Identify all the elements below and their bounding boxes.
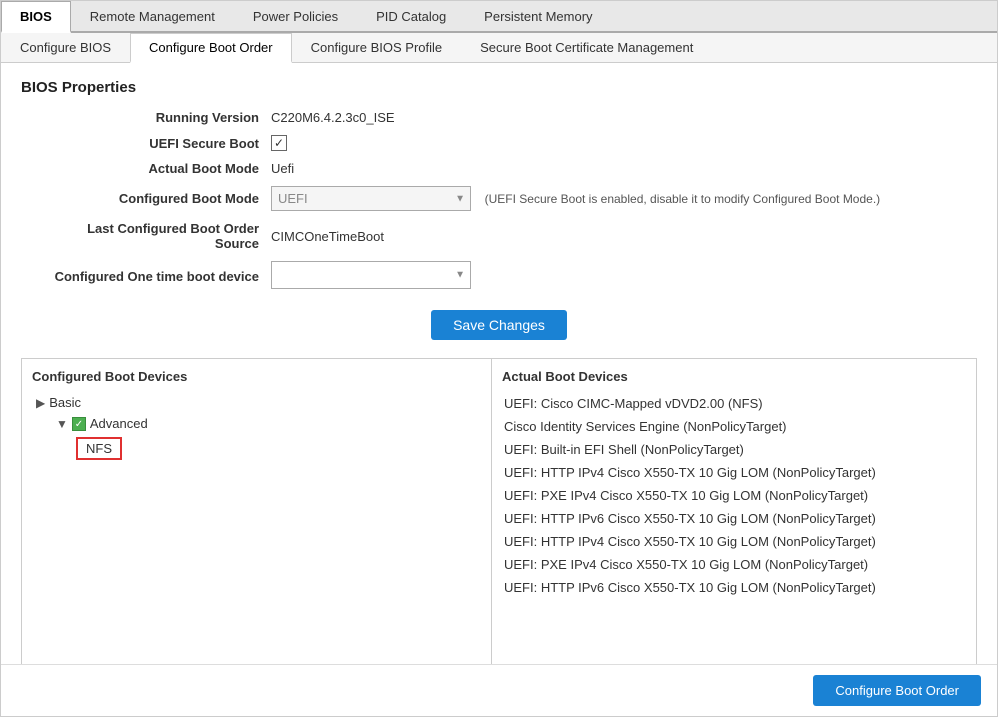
configured-boot-mode-label: Configured Boot Mode [41,191,271,206]
configured-boot-mode-row: Configured Boot Mode UEFI (UEFI Secure B… [41,186,977,211]
basic-group[interactable]: ▶ Basic [32,392,481,413]
sub-tab-secure-boot[interactable]: Secure Boot Certificate Management [461,33,712,62]
configure-boot-order-button[interactable]: Configure Boot Order [813,675,981,706]
one-time-boot-label: Configured One time boot device [41,269,271,284]
tab-persistent-memory[interactable]: Persistent Memory [465,1,611,31]
uefi-secure-boot-checkbox[interactable]: ✓ [271,135,287,151]
uefi-secure-boot-label: UEFI Secure Boot [41,136,271,151]
actual-boot-mode-value: Uefi [271,161,294,176]
uefi-secure-boot-row: UEFI Secure Boot ✓ [41,135,977,151]
section-title: BIOS Properties [21,79,977,96]
configured-boot-mode-value: UEFI [271,186,471,211]
configured-boot-devices-title: Configured Boot Devices [32,369,481,384]
configured-boot-mode-note: (UEFI Secure Boot is enabled, disable it… [485,192,881,206]
advanced-label: Advanced [90,416,148,431]
sub-tab-bar: Configure BIOS Configure Boot Order Conf… [1,33,997,63]
configured-boot-mode-dropdown[interactable]: UEFI [271,186,471,211]
actual-boot-mode-label: Actual Boot Mode [41,161,271,176]
actual-device-4: UEFI: PXE IPv4 Cisco X550-TX 10 Gig LOM … [502,484,966,507]
advanced-check-icon: ✓ [72,417,86,431]
actual-device-3: UEFI: HTTP IPv4 Cisco X550-TX 10 Gig LOM… [502,461,966,484]
last-configured-row: Last Configured Boot Order Source CIMCOn… [41,221,977,251]
bottom-bar: Configure Boot Order [1,664,997,716]
bios-properties-form: Running Version C220M6.4.2.3c0_ISE UEFI … [41,110,977,292]
last-configured-label: Last Configured Boot Order Source [41,221,271,251]
one-time-boot-select-wrapper [271,261,471,292]
nfs-label[interactable]: NFS [76,437,122,460]
tab-remote-management[interactable]: Remote Management [71,1,234,31]
actual-device-0: UEFI: Cisco CIMC-Mapped vDVD2.00 (NFS) [502,392,966,415]
advanced-group[interactable]: ▼ ✓ Advanced [52,413,481,434]
nfs-item-row[interactable]: NFS [72,434,481,463]
main-content: BIOS Properties Running Version C220M6.4… [1,63,997,714]
actual-boot-devices-panel: Actual Boot Devices UEFI: Cisco CIMC-Map… [492,359,976,697]
actual-device-7: UEFI: PXE IPv4 Cisco X550-TX 10 Gig LOM … [502,553,966,576]
tab-power-policies[interactable]: Power Policies [234,1,357,31]
basic-toggle-icon[interactable]: ▶ [36,396,45,410]
last-configured-value: CIMCOneTimeBoot [271,229,384,244]
actual-device-8: UEFI: HTTP IPv6 Cisco X550-TX 10 Gig LOM… [502,576,966,599]
tab-bios[interactable]: BIOS [1,1,71,33]
advanced-toggle-icon[interactable]: ▼ [56,417,68,431]
actual-boot-mode-row: Actual Boot Mode Uefi [41,161,977,176]
running-version-value: C220M6.4.2.3c0_ISE [271,110,395,125]
boot-panels: Configured Boot Devices ▶ Basic ▼ ✓ Adva… [21,358,977,698]
tab-pid-catalog[interactable]: PID Catalog [357,1,465,31]
checkbox-checked-icon[interactable]: ✓ [271,135,287,151]
basic-label: Basic [49,395,81,410]
actual-device-2: UEFI: Built-in EFI Shell (NonPolicyTarge… [502,438,966,461]
top-tab-bar: BIOS Remote Management Power Policies PI… [1,1,997,33]
one-time-boot-value[interactable] [271,261,471,289]
save-changes-container: Save Changes [21,310,977,340]
save-changes-button[interactable]: Save Changes [431,310,567,340]
configured-boot-mode-select-wrapper: UEFI (UEFI Secure Boot is enabled, disab… [271,186,880,211]
actual-device-1: Cisco Identity Services Engine (NonPolic… [502,415,966,438]
sub-tab-configure-boot-order[interactable]: Configure Boot Order [130,33,292,63]
actual-boot-devices-title: Actual Boot Devices [502,369,966,384]
actual-device-6: UEFI: HTTP IPv4 Cisco X550-TX 10 Gig LOM… [502,530,966,553]
actual-device-5: UEFI: HTTP IPv6 Cisco X550-TX 10 Gig LOM… [502,507,966,530]
one-time-boot-row: Configured One time boot device [41,261,977,292]
sub-tab-configure-bios-profile[interactable]: Configure BIOS Profile [292,33,462,62]
running-version-label: Running Version [41,110,271,125]
one-time-boot-dropdown[interactable] [271,261,471,289]
main-container: BIOS Remote Management Power Policies PI… [0,0,998,717]
running-version-row: Running Version C220M6.4.2.3c0_ISE [41,110,977,125]
configured-boot-devices-panel: Configured Boot Devices ▶ Basic ▼ ✓ Adva… [22,359,492,697]
sub-tab-configure-bios[interactable]: Configure BIOS [1,33,130,62]
